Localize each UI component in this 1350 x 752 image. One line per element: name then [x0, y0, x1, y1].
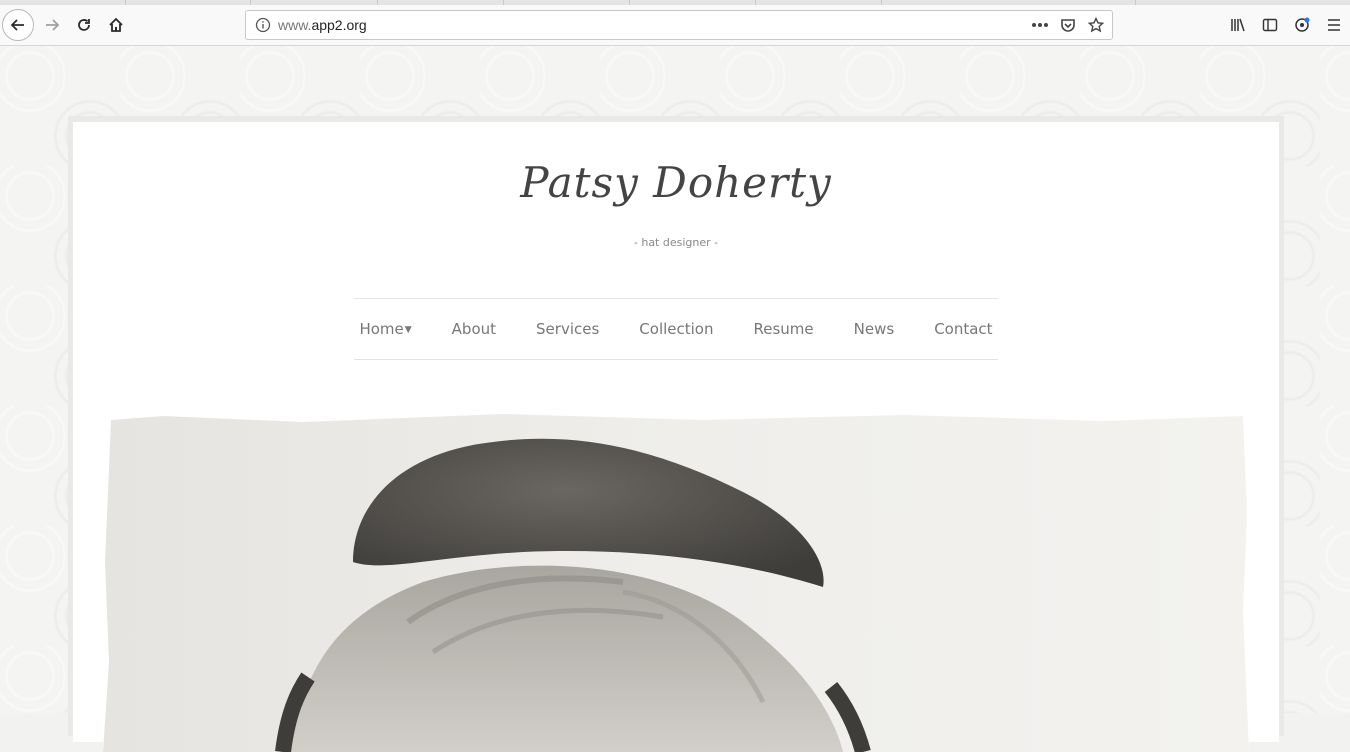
- nav-item-services[interactable]: Services: [516, 320, 619, 338]
- home-button[interactable]: [102, 11, 130, 39]
- home-icon: [109, 17, 123, 32]
- url-domain: app2.org: [311, 17, 367, 33]
- sync-account-icon[interactable]: [1286, 11, 1318, 39]
- reload-button[interactable]: [70, 11, 98, 39]
- site-title[interactable]: Patsy Doherty: [73, 158, 1279, 207]
- arrow-left-icon: [10, 19, 24, 31]
- more-actions-icon[interactable]: [1030, 15, 1050, 35]
- caret-down-icon: ▼: [404, 324, 412, 335]
- nav-item-contact[interactable]: Contact: [914, 320, 1012, 338]
- nav-item-collection[interactable]: Collection: [619, 320, 733, 338]
- nav-item-about[interactable]: About: [432, 320, 516, 338]
- content-card: Patsy Doherty - hat designer - Home▼ Abo…: [73, 122, 1279, 752]
- nav-item-resume[interactable]: Resume: [734, 320, 834, 338]
- arrow-right-icon: [46, 19, 60, 31]
- site-tagline: - hat designer -: [633, 236, 719, 249]
- hero-portrait-illustration: [103, 412, 1249, 752]
- nav-item-label: Home: [359, 320, 404, 338]
- sidebar-icon[interactable]: [1254, 11, 1286, 39]
- main-nav: Home▼ About Services Collection Resume N…: [354, 298, 998, 360]
- hero-image: [103, 412, 1249, 752]
- pocket-icon[interactable]: [1058, 15, 1078, 35]
- url-text[interactable]: www.app2.org: [278, 17, 367, 33]
- bookmark-star-icon[interactable]: [1086, 15, 1106, 35]
- reload-icon: [78, 19, 90, 31]
- menu-icon[interactable]: [1318, 11, 1350, 39]
- browser-toolbar: www.app2.org: [0, 5, 1350, 46]
- forward-button[interactable]: [38, 11, 66, 39]
- back-button[interactable]: [2, 9, 34, 41]
- nav-item-home[interactable]: Home▼: [339, 320, 431, 338]
- url-prefix: www.: [278, 17, 312, 33]
- nav-item-news[interactable]: News: [834, 320, 915, 338]
- url-bar[interactable]: www.app2.org: [245, 10, 1113, 40]
- library-icon[interactable]: [1222, 11, 1254, 39]
- info-icon[interactable]: [255, 17, 271, 37]
